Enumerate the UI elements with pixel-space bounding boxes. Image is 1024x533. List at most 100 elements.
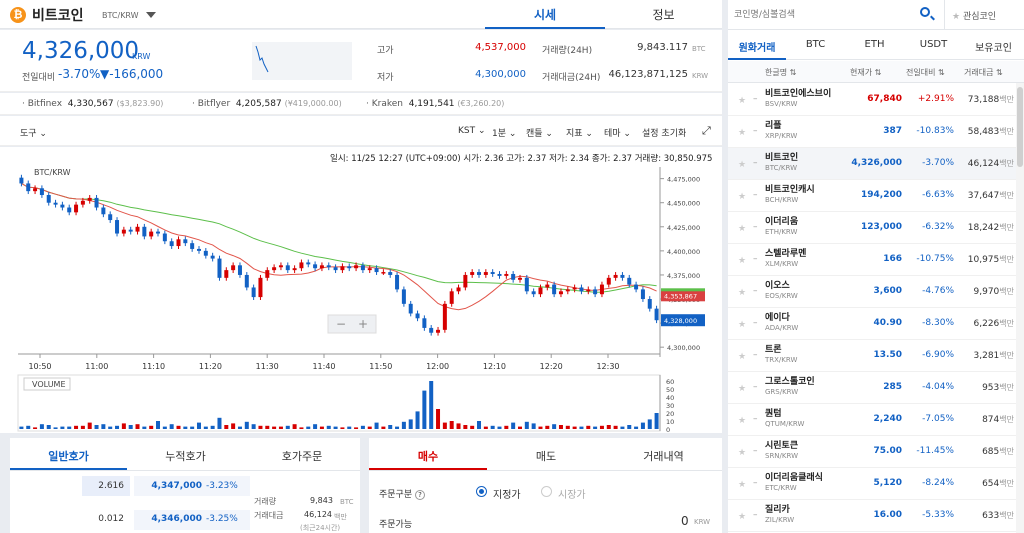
coin-row[interactable]: ★ – 비트코인 BTC/KRW 4,326,000 -3.70% 46,124백만 bbox=[728, 148, 1016, 180]
coin-row[interactable]: ★ – 스텔라루멘 XLM/KRW 166 -10.75% 10,975백만 bbox=[728, 244, 1016, 276]
orderbook-row[interactable]: 2.616 4,347,000 -3.23% bbox=[10, 476, 250, 498]
volume-bar bbox=[326, 425, 331, 429]
tab-btc-market[interactable]: BTC bbox=[786, 39, 845, 50]
chart-svg[interactable]: 일시: 11/25 12:27 (UTC+09:00) 시가: 2.36 고가:… bbox=[0, 147, 722, 434]
col-change[interactable]: 전일대비 ⇅ bbox=[906, 67, 945, 78]
interval-menu[interactable]: 1분 ⌄ bbox=[492, 126, 516, 139]
orderbook-price: 4,346,000 bbox=[151, 514, 202, 524]
tab-history[interactable]: 거래내역 bbox=[605, 448, 722, 470]
volume-bar bbox=[627, 425, 632, 429]
zoom-out-icon[interactable]: − bbox=[336, 317, 346, 331]
watchlist-button[interactable]: ★ 관심코인 bbox=[952, 9, 996, 22]
star-icon[interactable]: ★ bbox=[738, 320, 746, 330]
col-volume[interactable]: 거래대금 ⇅ bbox=[964, 67, 1003, 78]
volume-bar bbox=[606, 425, 611, 429]
coin-row[interactable]: ★ – 리플 XRP/KRW 387 -10.83% 58,483백만 bbox=[728, 116, 1016, 148]
coin-row[interactable]: ★ – 퀀텀 QTUM/KRW 2,240 -7.05% 874백만 bbox=[728, 404, 1016, 436]
coin-row[interactable]: ★ – 이더리움클래식 ETC/KRW 5,120 -8.24% 654백만 bbox=[728, 468, 1016, 500]
coin-row[interactable]: ★ – 비트코인에스브이 BSV/KRW 67,840 +2.91% 73,188백만 bbox=[728, 84, 1016, 116]
star-icon[interactable]: ★ bbox=[738, 384, 746, 394]
timezone-menu[interactable]: KST ⌄ bbox=[458, 126, 486, 136]
indicator-menu[interactable]: 지표 ⌄ bbox=[566, 126, 593, 139]
exchange-prices: · Bitfinex 4,330,567 ($3,823.90) · Bitfl… bbox=[0, 93, 722, 115]
star-icon[interactable]: ★ bbox=[738, 160, 746, 170]
candle-body bbox=[367, 268, 372, 271]
scrollbar[interactable] bbox=[1016, 83, 1024, 533]
volume-bar bbox=[237, 426, 242, 429]
volume-bar bbox=[60, 426, 65, 429]
tab-orderbook-order[interactable]: 호가주문 bbox=[244, 448, 360, 470]
candle-body bbox=[46, 195, 51, 203]
candle-body bbox=[354, 265, 359, 269]
star-icon[interactable]: ★ bbox=[738, 480, 746, 490]
orderbook-row[interactable]: 0.012 4,346,000 -3.25% bbox=[10, 510, 250, 532]
tab-krw-market[interactable]: 원화거래 bbox=[728, 39, 786, 60]
star-icon[interactable]: ★ bbox=[738, 256, 746, 266]
volume-bar bbox=[545, 425, 550, 429]
limit-radio[interactable] bbox=[476, 486, 487, 497]
tab-holdings[interactable]: 보유코인 bbox=[963, 39, 1024, 54]
reset-button[interactable]: 설정 초기화 bbox=[642, 126, 686, 139]
coin-list-panel: ★ 관심코인 원화거래 BTC ETH USDT 보유코인 한글명 ⇅ 현재가 … bbox=[728, 0, 1024, 533]
star-icon[interactable]: ★ bbox=[738, 512, 746, 522]
coin-row[interactable]: ★ – 에이다 ADA/KRW 40.90 -8.30% 6,226백만 bbox=[728, 308, 1016, 340]
search-icon[interactable] bbox=[920, 7, 935, 21]
coin-row[interactable]: ★ – 비트코인캐시 BCH/KRW 194,200 -6.63% 37,647백만 bbox=[728, 180, 1016, 212]
zoom-in-icon[interactable]: + bbox=[358, 317, 368, 331]
volume-bar bbox=[395, 426, 400, 429]
coin-header: ₿ 비트코인 BTC/KRW 시세 정보 bbox=[0, 0, 722, 29]
tab-cumulative-orderbook[interactable]: 누적호가 bbox=[127, 448, 244, 470]
chevron-down-icon[interactable] bbox=[146, 12, 156, 18]
candle-body bbox=[558, 291, 563, 295]
help-icon[interactable]: ? bbox=[415, 490, 425, 500]
expand-icon[interactable]: ⤢ bbox=[702, 124, 711, 138]
star-icon[interactable]: ★ bbox=[738, 448, 746, 458]
volume-bar bbox=[517, 426, 522, 429]
market-tabs: 원화거래 BTC ETH USDT 보유코인 bbox=[728, 30, 1024, 60]
volume-bar bbox=[538, 426, 543, 429]
candle-menu[interactable]: 캔들 ⌄ bbox=[526, 126, 553, 139]
volume-bar bbox=[599, 425, 604, 429]
tab-info[interactable]: 정보 bbox=[605, 6, 722, 29]
volume-bar bbox=[285, 425, 290, 429]
trend-icon: – bbox=[753, 286, 758, 296]
candle-body bbox=[463, 274, 468, 288]
coin-change: -4.04% bbox=[922, 382, 954, 392]
col-price[interactable]: 현재가 ⇅ bbox=[850, 67, 881, 78]
coin-row[interactable]: ★ – 트론 TRX/KRW 13.50 -6.90% 3,281백만 bbox=[728, 340, 1016, 372]
star-icon[interactable]: ★ bbox=[738, 288, 746, 298]
star-icon[interactable]: ★ bbox=[738, 416, 746, 426]
volume-pane bbox=[17, 374, 661, 432]
tab-usdt-market[interactable]: USDT bbox=[904, 39, 963, 50]
price-chart[interactable]: 일시: 11/25 12:27 (UTC+09:00) 시가: 2.36 고가:… bbox=[0, 147, 722, 434]
volume-bar bbox=[231, 423, 236, 429]
tab-sell[interactable]: 매도 bbox=[487, 448, 605, 470]
star-icon[interactable]: ★ bbox=[738, 96, 746, 106]
y-tick-label: 4,300,000 bbox=[667, 344, 700, 352]
coin-pair: ETC/KRW bbox=[765, 484, 797, 492]
scrollbar-thumb[interactable] bbox=[1017, 87, 1023, 167]
star-icon[interactable]: ★ bbox=[738, 224, 746, 234]
y-tick-label: 4,375,000 bbox=[667, 272, 700, 280]
tab-general-orderbook[interactable]: 일반호가 bbox=[10, 448, 127, 470]
theme-menu[interactable]: 테마 ⌄ bbox=[604, 126, 631, 139]
coin-row[interactable]: ★ – 시린토큰 SRN/KRW 75.00 -11.45% 685백만 bbox=[728, 436, 1016, 468]
volume-bar bbox=[360, 425, 365, 429]
star-icon[interactable]: ★ bbox=[738, 352, 746, 362]
star-icon[interactable]: ★ bbox=[738, 192, 746, 202]
tab-buy[interactable]: 매수 bbox=[369, 448, 487, 470]
star-icon[interactable]: ★ bbox=[738, 128, 746, 138]
coin-row[interactable]: ★ – 이더리움 ETH/KRW 123,000 -6.32% 18,242백만 bbox=[728, 212, 1016, 244]
col-name[interactable]: 한글명 ⇅ bbox=[765, 67, 796, 78]
tab-eth-market[interactable]: ETH bbox=[845, 39, 904, 50]
tab-sise[interactable]: 시세 bbox=[485, 6, 605, 29]
coin-row[interactable]: ★ – 그로스톨코인 GRS/KRW 285 -4.04% 953백만 bbox=[728, 372, 1016, 404]
coin-name: 비트코인 bbox=[32, 8, 84, 24]
coin-change: +2.91% bbox=[917, 94, 954, 104]
coin-row[interactable]: ★ – 이오스 EOS/KRW 3,600 -4.76% 9,970백만 bbox=[728, 276, 1016, 308]
volume-bar bbox=[319, 426, 324, 429]
market-radio[interactable] bbox=[541, 486, 552, 497]
coin-row[interactable]: ★ – 질리카 ZIL/KRW 16.00 -5.33% 633백만 bbox=[728, 500, 1016, 532]
tools-menu[interactable]: 도구 ⌄ bbox=[20, 126, 47, 139]
search-input[interactable] bbox=[734, 6, 914, 24]
